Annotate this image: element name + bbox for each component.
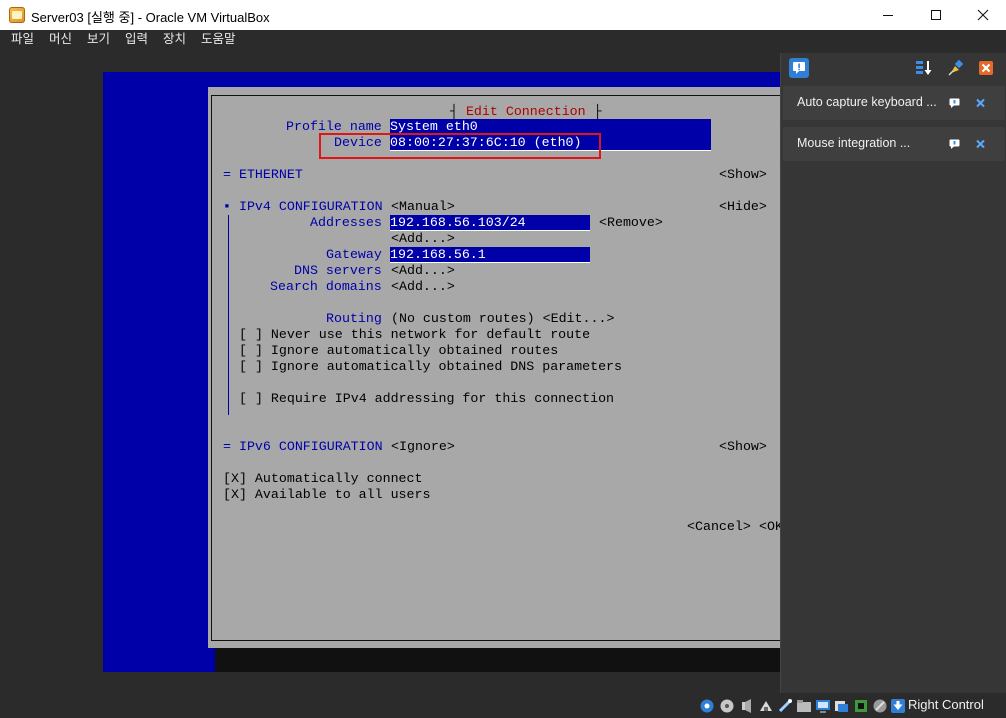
menu-file[interactable]: 파일 [11, 30, 34, 49]
routing-label: Routing [326, 311, 382, 326]
notification-mouse-integration: Mouse integration ... [783, 127, 1005, 161]
ipv6-section-label: = IPv6 CONFIGURATION [223, 439, 383, 454]
dns-servers-label: DNS servers [294, 263, 382, 278]
never-default-route-checkbox[interactable]: [ ] Never use this network for default r… [239, 327, 590, 343]
ignore-dns-checkbox[interactable]: [ ] Ignore automatically obtained DNS pa… [239, 359, 622, 375]
optical-drive-icon[interactable] [719, 698, 735, 714]
addresses-label: Addresses [310, 215, 382, 230]
help-icon[interactable] [949, 139, 960, 149]
device-highlight-box [319, 133, 601, 159]
ethernet-section-label: = ETHERNET [223, 167, 303, 182]
dialog-title: Edit Connection [457, 104, 594, 119]
ok-button[interactable]: <OK> [759, 519, 781, 535]
add-search-domain-button[interactable]: <Add...> [391, 279, 455, 295]
notification-center-icon[interactable] [789, 58, 809, 78]
ignore-routes-checkbox[interactable]: [ ] Ignore automatically obtained routes [239, 343, 558, 359]
audio-icon[interactable] [739, 698, 755, 714]
display-icon[interactable] [815, 698, 831, 714]
routing-edit-button[interactable]: (No custom routes) <Edit...> [391, 311, 614, 327]
message-icon [793, 62, 805, 74]
window-titlebar: Server03 [실행 중] - Oracle VM VirtualBox [0, 0, 1006, 30]
virtualbox-app-icon [9, 7, 25, 23]
minimize-icon [883, 15, 893, 16]
ipv4-section-bracket [228, 215, 229, 415]
host-key-icon[interactable] [890, 698, 906, 714]
cpu-icon[interactable] [853, 698, 869, 714]
all-users-checkbox[interactable]: [X] Available to all users [223, 487, 430, 503]
address-field[interactable]: 192.168.56.103/24 [390, 215, 590, 231]
ipv6-mode-button[interactable]: <Ignore> [391, 439, 455, 455]
ipv6-show-button[interactable]: <Show> [719, 439, 767, 455]
menu-bar: 파일 머신 보기 입력 장치 도움말 [0, 30, 1006, 49]
search-domains-label: Search domains [270, 279, 382, 294]
hard-disk-icon[interactable] [699, 698, 715, 714]
menu-input[interactable]: 입력 [125, 30, 148, 49]
notification-text: Auto capture keyboard ... [797, 95, 937, 109]
help-icon[interactable] [949, 98, 960, 108]
video-capture-icon[interactable] [834, 698, 850, 714]
window-title: Server03 [실행 중] - Oracle VM VirtualBox [31, 10, 270, 25]
notification-panel: Auto capture keyboard ... Mouse integrat… [780, 53, 1006, 693]
ethernet-show-button[interactable]: <Show> [719, 167, 767, 183]
sort-notifications-button[interactable] [914, 58, 934, 78]
add-address-button[interactable]: <Add...> [391, 231, 455, 247]
menu-view[interactable]: 보기 [87, 30, 110, 49]
close-icon[interactable] [975, 139, 986, 149]
gateway-field[interactable]: 192.168.56.1 [390, 247, 590, 263]
notification-keyboard-capture: Auto capture keyboard ... [783, 86, 1005, 120]
gateway-label: Gateway [326, 247, 382, 262]
ipv4-section-label: ▪ IPv4 CONFIGURATION [223, 199, 383, 214]
require-ipv4-checkbox[interactable]: [ ] Require IPv4 addressing for this con… [239, 391, 614, 407]
mouse-integration-icon[interactable] [872, 698, 888, 714]
auto-connect-checkbox[interactable]: [X] Automatically connect [223, 471, 423, 487]
add-dns-button[interactable]: <Add...> [391, 263, 455, 279]
cancel-button[interactable]: <Cancel> [687, 519, 751, 535]
ipv4-hide-button[interactable]: <Hide> [719, 199, 767, 215]
close-icon[interactable] [975, 98, 986, 108]
menu-machine[interactable]: 머신 [49, 30, 72, 49]
notification-panel-toolbar [781, 53, 1006, 83]
sort-icon [916, 61, 932, 75]
notification-text: Mouse integration ... [797, 136, 911, 150]
dialog-title-box: ┤ Edit Connection ├ [449, 104, 602, 119]
maximize-icon [931, 10, 941, 20]
network-icon[interactable] [758, 698, 774, 714]
close-all-notifications-button[interactable] [976, 58, 996, 78]
close-icon [977, 9, 989, 21]
maximize-button[interactable] [913, 0, 959, 30]
menu-devices[interactable]: 장치 [163, 30, 186, 49]
close-button[interactable] [960, 0, 1006, 30]
close-all-icon [979, 61, 993, 75]
minimize-button[interactable] [865, 0, 911, 30]
pin-icon [948, 59, 964, 76]
remove-address-button[interactable]: <Remove> [599, 215, 663, 231]
shared-folders-icon[interactable] [796, 698, 812, 714]
keep-notifications-button[interactable] [946, 58, 966, 78]
menu-help[interactable]: 도움말 [201, 30, 236, 49]
usb-icon[interactable] [777, 698, 793, 714]
ipv4-mode-button[interactable]: <Manual> [391, 199, 455, 215]
status-bar: Right Control [0, 694, 1006, 718]
host-key-label: Right Control [908, 697, 984, 712]
